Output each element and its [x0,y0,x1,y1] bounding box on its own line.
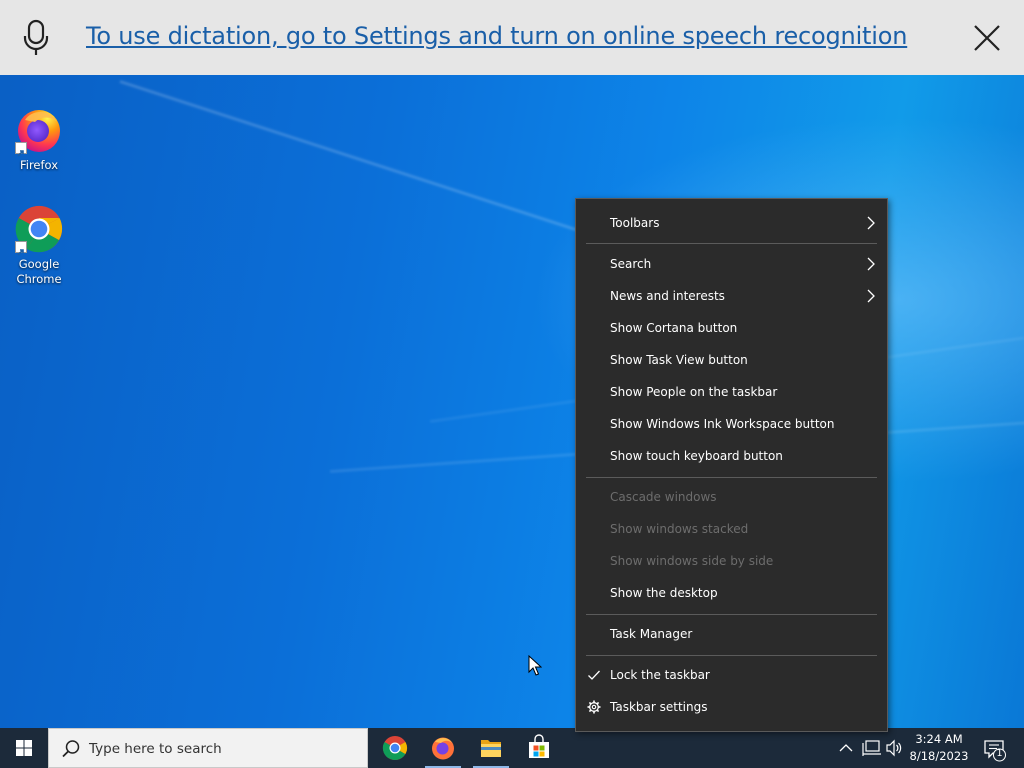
speaker-icon [886,739,902,757]
network-tray-button[interactable] [860,728,882,768]
chevron-up-icon [839,744,853,752]
chevron-right-icon [866,289,876,303]
wallpaper-light-beam [119,80,616,244]
mouse-cursor-icon [528,654,543,677]
folder-icon [481,740,501,757]
menu-separator [586,655,877,656]
taskbar-app-microsoft-store[interactable] [515,728,563,768]
menu-item-label: Taskbar settings [610,700,708,714]
menu-item-label: Show People on the taskbar [610,385,778,399]
search-placeholder: Type here to search [89,741,222,757]
network-icon [862,740,881,756]
menu-item-label: Cascade windows [610,490,717,504]
menu-item-show-windows-stacked: Show windows stacked [576,513,887,545]
notification-count-badge: 1 [996,748,1003,759]
dictation-settings-link[interactable]: To use dictation, go to Settings and tur… [86,22,907,50]
gear-icon [587,700,601,714]
dictation-banner: To use dictation, go to Settings and tur… [0,0,1024,75]
microphone-icon [20,19,52,57]
menu-item-show-people[interactable]: Show People on the taskbar [576,376,887,408]
menu-item-show-cortana-button[interactable]: Show Cortana button [576,312,887,344]
desktop-icon-firefox[interactable]: Firefox [1,106,77,173]
menu-item-label: Toolbars [610,216,660,230]
menu-item-label: Show Task View button [610,353,748,367]
windows-logo-icon [16,740,32,756]
search-icon [61,739,81,759]
taskbar-clock[interactable]: 3:24 AM 8/18/2023 [906,731,972,765]
menu-item-label: Show windows side by side [610,554,774,568]
taskbar-app-chrome[interactable] [371,728,419,768]
menu-item-label: Lock the taskbar [610,668,710,682]
menu-item-label: Show the desktop [610,586,718,600]
menu-item-news-and-interests[interactable]: News and interests [576,280,887,312]
menu-item-label: Show Cortana button [610,321,738,335]
menu-item-label: Search [610,257,652,271]
shortcut-arrow-icon [15,142,27,157]
taskbar-search-box[interactable]: Type here to search [48,728,368,768]
menu-item-show-windows-side-by-side: Show windows side by side [576,545,887,577]
menu-item-taskbar-settings[interactable]: Taskbar settings [576,691,887,723]
taskbar-app-firefox[interactable] [419,728,467,768]
firefox-icon [15,106,63,157]
menu-item-label: Show touch keyboard button [610,449,783,463]
menu-item-task-manager[interactable]: Task Manager [576,618,887,650]
menu-separator [586,477,877,478]
menu-separator [586,614,877,615]
checkmark-icon [587,668,601,682]
desktop-icon-label: Firefox [19,158,59,172]
menu-item-cascade-windows: Cascade windows [576,481,887,513]
menu-item-show-the-desktop[interactable]: Show the desktop [576,577,887,609]
menu-item-label: Task Manager [610,627,693,641]
taskbar-app-file-explorer[interactable] [467,728,515,768]
chevron-right-icon [866,257,876,271]
clock-time: 3:24 AM [915,732,963,746]
shortcut-arrow-icon [15,241,27,256]
taskbar-context-menu: Toolbars Search News and interests Show … [575,198,888,732]
chrome-icon [15,205,63,256]
store-icon [529,734,549,758]
close-icon[interactable] [968,19,1006,57]
menu-item-label: Show windows stacked [610,522,749,536]
desktop-icon-chrome[interactable]: Google Chrome [1,205,77,287]
chrome-icon [382,736,408,761]
firefox-icon [432,737,454,760]
menu-item-show-task-view-button[interactable]: Show Task View button [576,344,887,376]
chevron-right-icon [866,216,876,230]
menu-item-search[interactable]: Search [576,248,887,280]
action-center-button[interactable]: 1 [980,728,1010,768]
menu-item-toolbars[interactable]: Toolbars [576,207,887,239]
menu-item-lock-the-taskbar[interactable]: Lock the taskbar [576,659,887,691]
clock-date: 8/18/2023 [909,749,969,763]
volume-tray-button[interactable] [884,728,904,768]
taskbar[interactable]: Type here to search 3:24 AM 8/18/2023 1 [0,728,1024,768]
menu-item-label: Show Windows Ink Workspace button [610,417,835,431]
menu-separator [586,243,877,244]
show-hidden-icons-button[interactable] [836,728,856,768]
menu-item-show-ink-workspace[interactable]: Show Windows Ink Workspace button [576,408,887,440]
menu-item-label: News and interests [610,289,725,303]
start-button[interactable] [0,728,48,768]
desktop-icon-label: Google Chrome [16,257,62,286]
menu-item-show-touch-keyboard[interactable]: Show touch keyboard button [576,440,887,472]
